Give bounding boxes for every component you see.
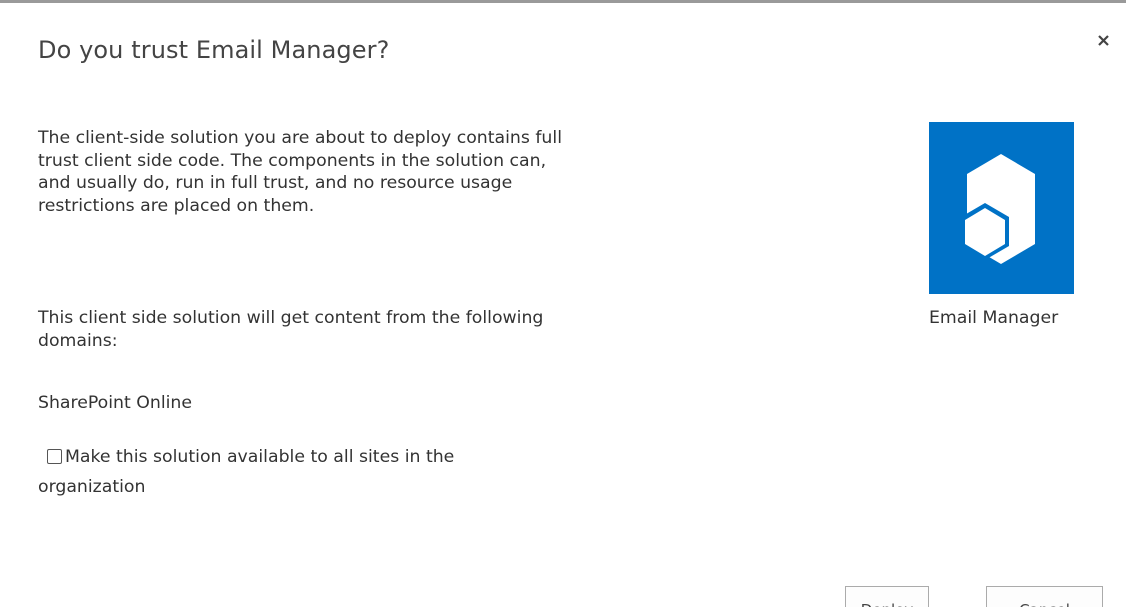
- app-tile: [929, 122, 1074, 294]
- app-package-icon: [961, 154, 1035, 264]
- dialog-title: Do you trust Email Manager?: [38, 36, 390, 64]
- close-icon: [1098, 35, 1109, 46]
- tenant-wide-checkbox-label[interactable]: Make this solution available to all site…: [38, 447, 454, 497]
- app-name: Email Manager: [929, 308, 1059, 328]
- top-border: [0, 0, 1126, 3]
- close-button[interactable]: [1091, 27, 1117, 53]
- domain-item: SharePoint Online: [38, 393, 193, 413]
- tenant-wide-option: Make this solution available to all site…: [38, 442, 558, 502]
- deploy-trust-dialog: Do you trust Email Manager? The client-s…: [0, 0, 1126, 607]
- tenant-wide-checkbox[interactable]: [47, 449, 62, 464]
- cancel-button[interactable]: Cancel: [986, 586, 1103, 607]
- deploy-button[interactable]: Deploy: [845, 586, 929, 607]
- domains-intro: This client side solution will get conte…: [38, 308, 544, 351]
- trust-description: The client-side solution you are about t…: [38, 128, 562, 216]
